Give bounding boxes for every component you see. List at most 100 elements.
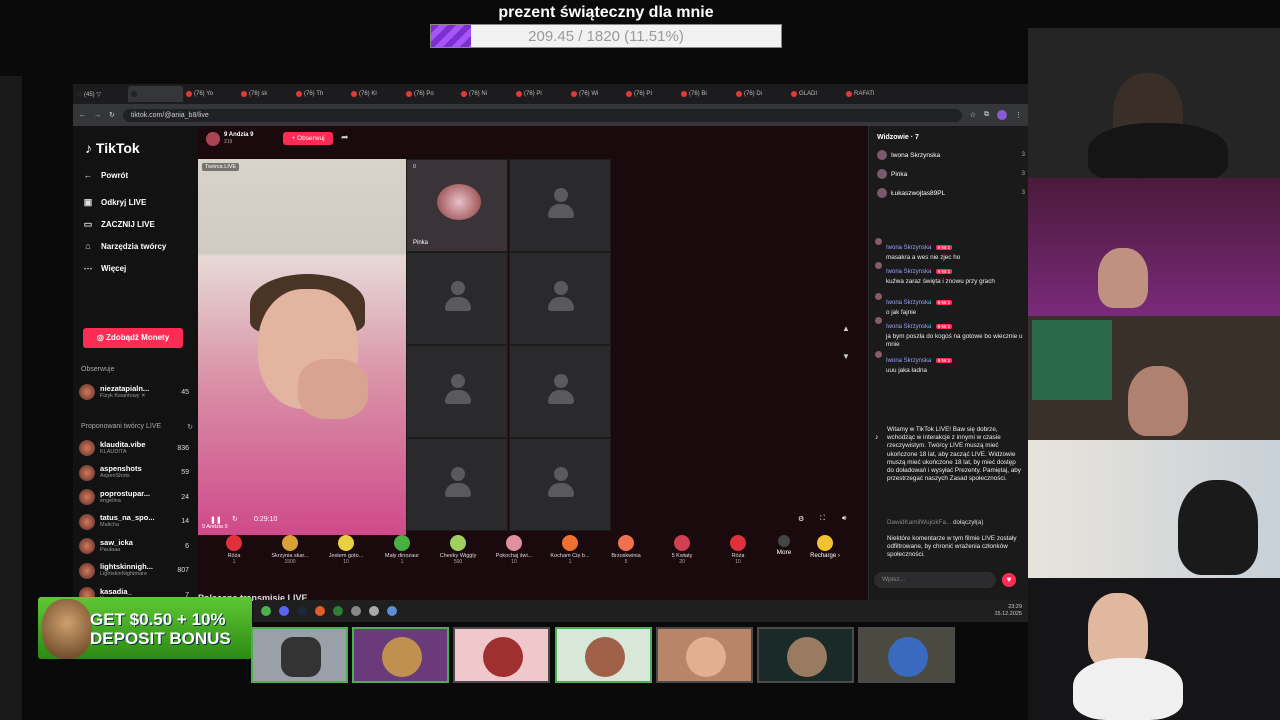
viewer-row[interactable]: Łukaszwojtas89PL 3	[877, 188, 1025, 198]
url-field[interactable]: tiktok.com/@ania_b8/live	[122, 108, 962, 122]
empty-guest-slot[interactable]	[509, 252, 611, 345]
chat-panel: Widzowie · 7 ♪ Witamy w TikTok LIVE! Baw…	[868, 126, 1028, 600]
empty-guest-slot[interactable]	[406, 252, 508, 345]
browser-tab[interactable]: (76) sk	[238, 86, 293, 102]
refresh-icon[interactable]: ↻	[187, 423, 193, 431]
gift-item[interactable]: Jestem goto... 10	[318, 535, 374, 565]
heart-icon[interactable]: ♥	[1002, 573, 1016, 587]
tiktok-logo[interactable]: ♪ TikTok	[85, 140, 140, 156]
gift-item[interactable]: Kocham Cię b... 1	[542, 535, 598, 565]
app-icon-2[interactable]	[351, 606, 361, 616]
account-item[interactable]: saw_icka Paulaaa 6	[79, 538, 189, 554]
thumbnail[interactable]	[453, 627, 550, 683]
thumbnail[interactable]	[251, 627, 348, 683]
account-item[interactable]: niezatapialn... Fizyk Kwantowy ✕ 45	[79, 384, 189, 400]
more-gifts-button[interactable]: More	[766, 535, 802, 556]
host-video[interactable]: Twórca LIVE 9 Andzia 9	[198, 159, 406, 535]
chat-input[interactable]: Wpisz...	[874, 572, 996, 588]
menu-icon[interactable]: ⋮	[1015, 111, 1022, 119]
replay-icon[interactable]: ↻	[232, 515, 238, 523]
empty-guest-slot[interactable]	[406, 438, 508, 531]
thumbnail[interactable]	[555, 627, 652, 683]
settings-icon[interactable]	[369, 606, 379, 616]
thumbnail[interactable]	[757, 627, 854, 683]
host-name[interactable]: 9 Andzia 9	[224, 132, 253, 138]
profile-icon[interactable]	[997, 110, 1007, 120]
gift-bar: Róża 1 Skrzynia skar... 1500 Jestem goto... 1…	[198, 535, 868, 571]
app-icon-3[interactable]	[387, 606, 397, 616]
browser-tab[interactable]: (76) Kl	[348, 86, 403, 102]
forward-icon[interactable]: →	[94, 112, 101, 119]
gift-item[interactable]: Skrzynia skar... 1500	[262, 535, 318, 565]
gift-item[interactable]: Pokochaj świ... 10	[486, 535, 542, 565]
browser-tab[interactable]: (76) PI	[623, 86, 678, 102]
follow-button[interactable]: + Obserwuj	[283, 132, 333, 145]
browser-tab[interactable]: (76) Ni	[458, 86, 513, 102]
browser-tab[interactable]: (76) Bi	[678, 86, 733, 102]
gift-item[interactable]: 5 Kwiaty 20	[654, 535, 710, 565]
goal-progress-text: 209.45 / 1820 (11.51%)	[528, 28, 684, 45]
empty-guest-slot[interactable]	[509, 345, 611, 438]
obs-icon[interactable]	[315, 606, 325, 616]
tiktok-sidebar: ♪ TikTok ← Powrót ▣ Odkryj LIVE ▭ ZACZNIJ L…	[73, 126, 198, 652]
app-icon[interactable]	[333, 606, 343, 616]
browser-tab[interactable]: (76) Pl	[513, 86, 568, 102]
discord-icon[interactable]	[279, 606, 289, 616]
joined-message: DawidKamilWujcikFa... dołączył(a)	[887, 519, 984, 526]
share-icon[interactable]: ➦	[341, 132, 349, 143]
recharge-button[interactable]: Recharge ›	[802, 535, 848, 559]
guest-slot-pinka[interactable]: 0 Pinka	[406, 159, 508, 252]
browser-tab[interactable]: (76) Po	[403, 86, 458, 102]
volume-icon[interactable]: 🔊︎	[842, 515, 846, 523]
account-item[interactable]: aspenshots AspenShots 59	[79, 464, 189, 481]
gift-item[interactable]: Mały dinozaur 1	[374, 535, 430, 565]
webcam-2	[1028, 178, 1280, 316]
gift-item[interactable]: Brzoskwinia 5	[598, 535, 654, 565]
browser-tab[interactable]: GLADI	[788, 86, 843, 102]
back-icon[interactable]: ←	[79, 112, 86, 119]
settings-gear-icon[interactable]: ⚙	[798, 515, 804, 523]
pause-icon[interactable]: ❚❚	[210, 516, 222, 524]
nav-back[interactable]: ← Powrót	[83, 170, 129, 180]
avatar	[875, 293, 882, 300]
browser-tab[interactable]: (76) Th	[293, 86, 348, 102]
browser-tab[interactable]: RAFATI	[843, 86, 898, 102]
nav-start-live[interactable]: ▭ ZACZNIJ LIVE	[83, 219, 155, 229]
browser-tab[interactable]: (76) Di	[733, 86, 788, 102]
extensions-icon[interactable]: ⧉	[984, 111, 989, 119]
browser-tab[interactable]: (76) Wi	[568, 86, 623, 102]
gift-item[interactable]: Róża 10	[710, 535, 766, 565]
account-item[interactable]: lightskinnigh... LightskinNightmare 807	[79, 562, 189, 579]
chevron-down-icon[interactable]: ▼	[842, 352, 850, 361]
reload-icon[interactable]: ↻	[109, 111, 115, 119]
gift-item[interactable]: Cheeky Wiggly 500	[430, 535, 486, 565]
taskbar-clock[interactable]: 23:29 15.12.2025	[994, 604, 1022, 618]
chevron-up-icon[interactable]: ▲	[842, 324, 850, 333]
empty-guest-slot[interactable]	[509, 159, 611, 252]
host-avatar[interactable]	[206, 132, 220, 146]
nav-creator-tools[interactable]: ⌂ Narzędzia twórcy	[83, 241, 166, 251]
fullscreen-icon[interactable]: ⛶	[820, 515, 825, 523]
viewer-row[interactable]: Pinka 3	[877, 169, 1025, 179]
get-coins-button[interactable]: ◎ Zdobądź Monety	[83, 328, 183, 348]
thumbnail[interactable]	[352, 627, 449, 683]
browser-tab[interactable]	[128, 86, 183, 102]
bookmark-star-icon[interactable]: ☆	[970, 111, 976, 119]
empty-guest-slot[interactable]	[406, 345, 508, 438]
account-item[interactable]: poprostupar... engelina 24	[79, 489, 189, 505]
webcam-5	[1028, 578, 1280, 720]
chrome-icon[interactable]	[261, 606, 271, 616]
browser-tab[interactable]: (45) ▽	[73, 86, 128, 102]
thumbnail[interactable]	[858, 627, 955, 683]
thumbnail[interactable]	[656, 627, 753, 683]
account-item[interactable]: tatus_na_spo... Malicha 14	[79, 513, 189, 530]
viewer-row[interactable]: Iwona Skrzynska 3	[877, 150, 1025, 160]
nav-discover-live[interactable]: ▣ Odkryj LIVE	[83, 197, 147, 207]
nav-more[interactable]: ⋯ Więcej	[83, 263, 127, 273]
account-item[interactable]: klaudita.vibe KLAUDITA 836	[79, 440, 189, 456]
tiktok-page: ♪ TikTok ← Powrót ▣ Odkryj LIVE ▭ ZACZNIJ L…	[73, 126, 1028, 652]
browser-tab[interactable]: (76) Yo	[183, 86, 238, 102]
empty-guest-slot[interactable]	[509, 438, 611, 531]
gift-item[interactable]: Róża 1	[206, 535, 262, 565]
steam-icon[interactable]	[297, 606, 307, 616]
